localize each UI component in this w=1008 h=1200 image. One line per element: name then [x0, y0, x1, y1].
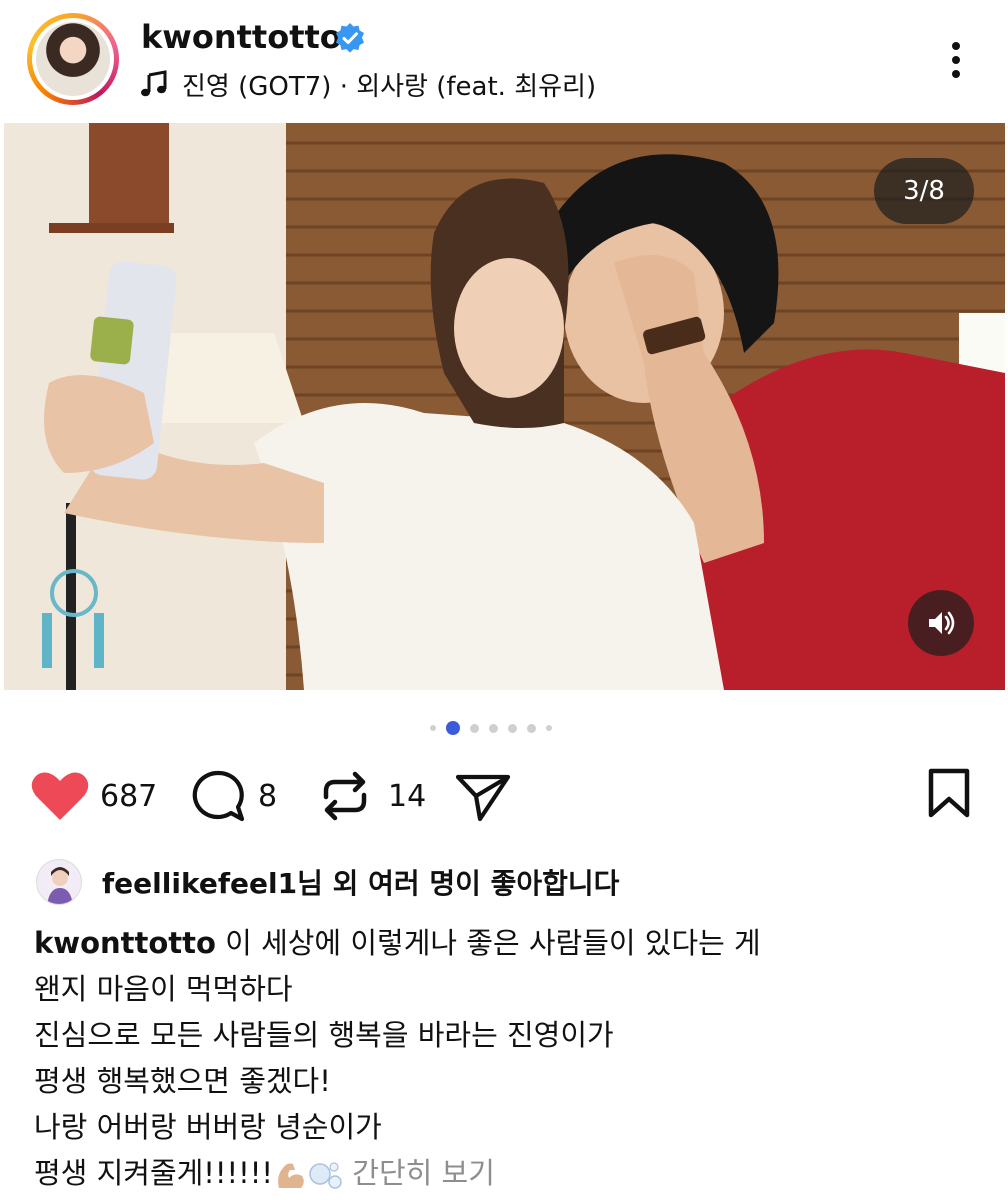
- caption-line: 왠지 마음이 먹먹하다: [34, 972, 293, 1006]
- bubbles-emoji-icon: [309, 1162, 342, 1189]
- comment-icon[interactable]: [190, 769, 246, 823]
- show-less-link[interactable]: 간단히 보기: [343, 1156, 495, 1190]
- post-photo[interactable]: [4, 123, 1005, 690]
- post-header: kwonttotto 진영 (GOT7) · 외사랑 (feat. 최유리): [0, 0, 1008, 118]
- caption-line: kwonttotto 이 세상에 이렇게나 좋은 사람들이 있다는 게: [34, 926, 761, 960]
- post-username[interactable]: kwonttotto: [141, 18, 342, 56]
- carousel-counter: 3/8: [874, 158, 974, 224]
- sound-toggle-button[interactable]: [908, 590, 974, 656]
- post-caption: kwonttotto 이 세상에 이렇게나 좋은 사람들이 있다는 게 왠지 마…: [34, 920, 974, 1196]
- like-action[interactable]: 687: [30, 766, 157, 826]
- comment-action[interactable]: 8: [190, 766, 277, 826]
- send-icon[interactable]: [454, 769, 512, 823]
- verified-badge-icon: [336, 23, 364, 53]
- comment-count[interactable]: 8: [258, 779, 277, 814]
- repost-action[interactable]: 14: [318, 766, 426, 826]
- liked-by-summary[interactable]: feellikefeel1님 외 여러 명이 좋아합니다: [36, 856, 619, 908]
- story-avatar[interactable]: [27, 13, 119, 105]
- liker-avatar[interactable]: [36, 859, 82, 905]
- share-action[interactable]: [454, 766, 512, 826]
- carousel-dot: [470, 723, 479, 733]
- carousel-indicator: [430, 718, 562, 738]
- bookmark-icon[interactable]: [926, 768, 972, 818]
- caption-line: 진심으로 모든 사람들의 행복을 바라는 진영이가: [34, 1018, 614, 1052]
- music-note-icon: [141, 70, 167, 97]
- music-title: 진영 (GOT7) · 외사랑 (feat. 최유리): [182, 71, 597, 102]
- like-count[interactable]: 687: [100, 779, 157, 814]
- carousel-dot: [489, 723, 498, 733]
- carousel-dot-active: [446, 721, 460, 735]
- carousel-dot: [546, 725, 552, 731]
- carousel-dot: [508, 723, 517, 733]
- more-vertical-icon[interactable]: [943, 40, 969, 80]
- caption-username[interactable]: kwonttotto: [34, 926, 216, 960]
- heart-filled-icon[interactable]: [30, 770, 90, 822]
- speaker-icon: [929, 611, 955, 635]
- caption-line: 나랑 어버랑 버버랑 녕순이가: [34, 1110, 382, 1144]
- liked-by-text: 님 외 여러 명이 좋아합니다: [297, 867, 620, 900]
- profile-photo: [36, 22, 110, 96]
- carousel-dot: [430, 725, 436, 731]
- repost-count[interactable]: 14: [388, 779, 426, 814]
- music-attribution[interactable]: 진영 (GOT7) · 외사랑 (feat. 최유리): [140, 66, 596, 102]
- caption-line: 평생 행복했으면 좋겠다!: [34, 1064, 331, 1098]
- flexed-biceps-emoji-icon: [278, 1163, 304, 1188]
- caption-line: 평생 지켜줄게!!!!!! 간단히 보기: [34, 1156, 495, 1190]
- repost-icon[interactable]: [318, 769, 372, 823]
- liker-avatar-illustration: [47, 867, 73, 904]
- carousel-dot: [527, 723, 536, 733]
- liker-username[interactable]: feellikefeel1: [102, 867, 297, 900]
- photo-illustration: [4, 123, 1005, 690]
